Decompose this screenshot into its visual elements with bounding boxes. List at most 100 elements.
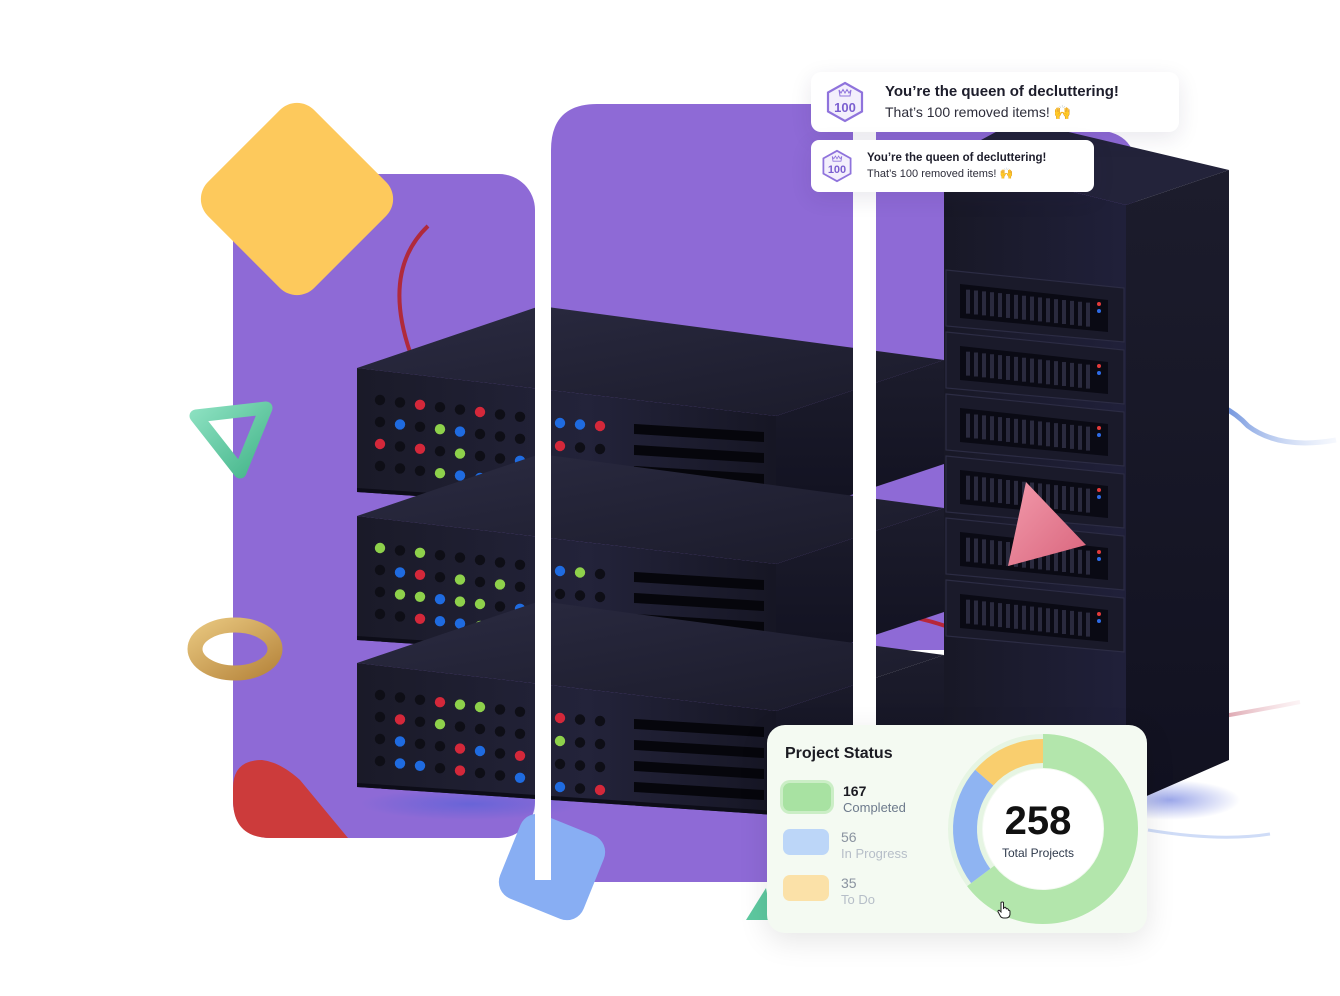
status-led xyxy=(454,743,466,754)
status-led xyxy=(1097,371,1101,375)
status-led xyxy=(434,594,446,605)
status-led xyxy=(554,712,566,724)
status-led xyxy=(1097,612,1101,616)
status-led xyxy=(494,601,506,612)
status-led xyxy=(374,394,386,406)
status-led xyxy=(494,704,506,715)
status-led xyxy=(434,719,446,730)
status-led xyxy=(434,741,446,752)
status-led xyxy=(594,568,606,580)
status-led xyxy=(454,552,466,563)
blue-cable-faint xyxy=(1147,828,1271,839)
status-led xyxy=(474,576,486,588)
status-led xyxy=(554,440,566,452)
status-led xyxy=(474,598,486,610)
hand-cursor-icon xyxy=(997,901,1011,919)
completed-label: Completed xyxy=(843,800,906,815)
status-led xyxy=(494,579,506,590)
toast-body: That’s 100 removed items! 🙌 xyxy=(867,167,1046,180)
status-led xyxy=(574,783,586,794)
status-led xyxy=(1097,433,1101,437)
status-led xyxy=(394,692,406,703)
status-led xyxy=(454,721,466,732)
status-led xyxy=(554,588,566,600)
status-led xyxy=(554,735,566,747)
status-led xyxy=(414,465,426,476)
to-do-count: 35 xyxy=(841,875,857,891)
status-led xyxy=(474,428,486,440)
achievement-toast-small: 100 You’re the queen of decluttering! Th… xyxy=(811,140,1094,192)
status-led xyxy=(574,714,586,725)
divider-left xyxy=(535,100,551,880)
status-led xyxy=(514,750,526,761)
achievement-toast-large: 100 You’re the queen of decluttering! Th… xyxy=(811,72,1179,132)
status-led xyxy=(514,559,526,570)
toast-title: You’re the queen of decluttering! xyxy=(867,152,1047,164)
status-led xyxy=(394,419,406,430)
status-led xyxy=(434,446,446,457)
status-led xyxy=(1097,302,1101,306)
status-led xyxy=(494,409,506,420)
status-led xyxy=(514,706,526,717)
total-projects-value: 258 xyxy=(1004,799,1072,843)
status-led xyxy=(474,406,486,418)
status-led xyxy=(574,419,586,430)
status-led xyxy=(454,426,466,437)
status-led xyxy=(374,438,386,450)
toast-body: That’s 100 removed items! 🙌 xyxy=(885,104,1119,121)
status-led xyxy=(514,411,526,422)
status-led xyxy=(374,564,386,576)
completed-swatch xyxy=(783,783,831,811)
status-led xyxy=(414,421,426,432)
badge-100-icon: 100 xyxy=(825,81,865,123)
status-led xyxy=(554,565,566,577)
raised-hands-emoji: 🙌 xyxy=(1053,104,1072,120)
status-led xyxy=(494,726,506,737)
toast-body-text: That’s 100 removed items! xyxy=(885,104,1050,120)
status-led xyxy=(494,748,506,759)
status-led xyxy=(394,589,406,600)
status-led xyxy=(374,460,386,472)
status-led xyxy=(414,760,426,771)
status-led xyxy=(414,591,426,602)
status-led xyxy=(454,699,466,710)
status-led xyxy=(394,545,406,556)
status-led xyxy=(574,590,586,601)
project-status-title: Project Status xyxy=(785,745,893,762)
status-led xyxy=(454,596,466,607)
status-led xyxy=(374,608,386,620)
status-led xyxy=(394,714,406,725)
legend-item-completed[interactable]: 167 Completed xyxy=(783,783,906,816)
status-led xyxy=(434,763,446,774)
status-led xyxy=(1097,619,1101,623)
badge-number: 100 xyxy=(834,100,856,115)
status-led xyxy=(434,616,446,627)
status-led xyxy=(454,470,466,481)
status-led xyxy=(474,723,486,735)
status-led xyxy=(594,738,606,750)
status-led xyxy=(1097,495,1101,499)
status-led xyxy=(374,733,386,745)
status-led xyxy=(414,694,426,705)
status-led xyxy=(454,404,466,415)
status-led xyxy=(474,701,486,713)
status-led xyxy=(594,761,606,773)
status-led xyxy=(414,443,426,454)
in-progress-count: 56 xyxy=(841,829,857,845)
to-do-label: To Do xyxy=(841,892,875,907)
status-led xyxy=(434,424,446,435)
status-led xyxy=(494,453,506,464)
legend-item-in-progress[interactable]: 56 In Progress xyxy=(783,829,907,862)
status-led xyxy=(414,547,426,558)
status-led xyxy=(454,765,466,776)
legend-item-to-do[interactable]: 35 To Do xyxy=(783,875,875,908)
status-led xyxy=(554,758,566,770)
in-progress-label: In Progress xyxy=(841,846,908,861)
status-led xyxy=(394,441,406,452)
status-led xyxy=(474,554,486,566)
status-led xyxy=(1097,488,1101,492)
status-led xyxy=(514,772,526,783)
status-led xyxy=(394,736,406,747)
status-led xyxy=(1097,550,1101,554)
status-led xyxy=(594,443,606,455)
